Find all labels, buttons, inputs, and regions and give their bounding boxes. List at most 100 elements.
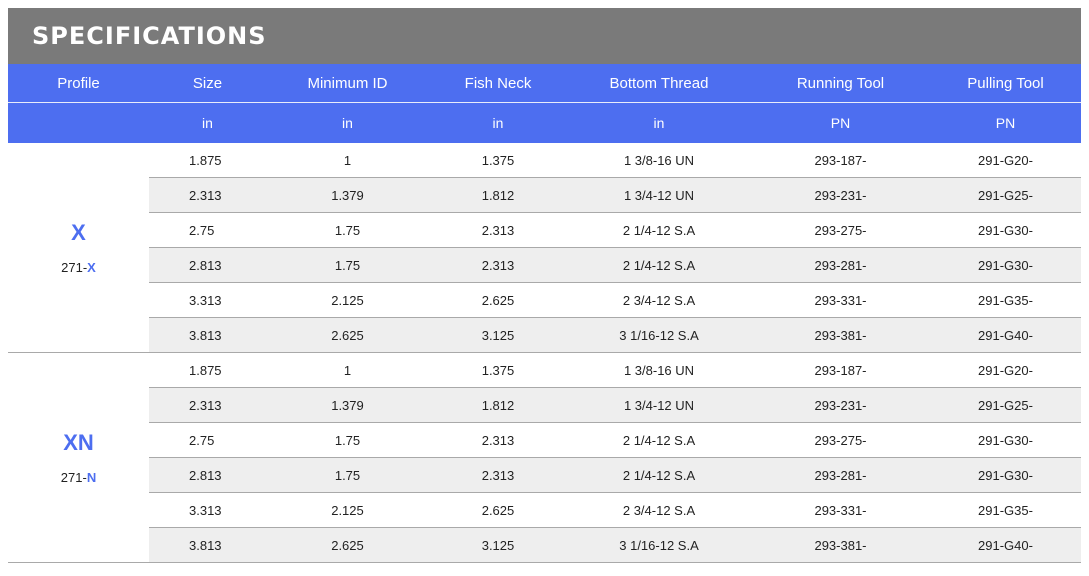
cell-bottom-thread: 3 1/16-12 S.A [567, 317, 751, 353]
profile-part-number: 271-X [61, 260, 96, 275]
cell-pulling-tool: 291-G20- [930, 352, 1081, 388]
table-row: X 271-X 1.875 1 1.375 1 3/8-16 UN 293-187- 291-… [8, 143, 1081, 353]
cell-fish-neck: 1.375 [429, 143, 567, 178]
unit-fish-neck: in [429, 102, 567, 143]
cell-size: 3.313 [149, 492, 266, 528]
cell-bottom-thread: 2 1/4-12 S.A [567, 457, 751, 493]
cell-running-tool: 293-187- [751, 143, 930, 178]
cell-bottom-thread: 1 3/8-16 UN [567, 143, 751, 178]
part-prefix: 271- [61, 260, 88, 275]
unit-minimum-id: in [266, 102, 429, 143]
cell-bottom-thread: 1 3/8-16 UN [567, 352, 751, 388]
page-title: SPECIFICATIONS [32, 22, 267, 50]
column-header-minimum-id: Minimum ID [266, 64, 429, 103]
cell-size: 3.313 [149, 282, 266, 318]
cell-fish-neck: 1.812 [429, 177, 567, 213]
cell-bottom-thread: 2 3/4-12 S.A [567, 282, 751, 318]
cell-minimum-id: 1.379 [266, 387, 429, 423]
cell-pulling-tool: 291-G25- [930, 387, 1081, 423]
cell-minimum-id: 1.379 [266, 177, 429, 213]
cell-minimum-id: 1 [266, 143, 429, 178]
cell-bottom-thread: 2 1/4-12 S.A [567, 212, 751, 248]
cell-running-tool: 293-275- [751, 212, 930, 248]
cell-pulling-tool: 291-G30- [930, 247, 1081, 283]
cell-size: 3.813 [149, 317, 266, 353]
part-prefix: 271- [60, 470, 87, 485]
cell-running-tool: 293-187- [751, 352, 930, 388]
cell-pulling-tool: 291-G30- [930, 422, 1081, 458]
table-row: XN 271-N 1.875 1 1.375 1 3/8-16 UN 293-187- 291… [8, 352, 1081, 563]
unit-profile [8, 102, 149, 143]
cell-running-tool: 293-281- [751, 247, 930, 283]
column-header-size: Size [149, 64, 266, 103]
table-row: 2.75 1.75 2.313 2 1/4-12 S.A 293-275- 291-G30… [8, 212, 1081, 248]
table-row: 3.313 2.125 2.625 2 3/4-12 S.A 293-331- 291-G… [8, 492, 1081, 528]
cell-size: 2.75 [149, 212, 266, 248]
profile-name: XN [63, 430, 94, 455]
cell-fish-neck: 2.625 [429, 282, 567, 318]
cell-fish-neck: 1.375 [429, 352, 567, 388]
column-header-bottom-thread: Bottom Thread [567, 64, 751, 103]
specifications-table: Profile Size Minimum ID Fish Neck Bottom… [8, 64, 1081, 563]
profile-part-number: 271-N [61, 470, 96, 485]
table-row: 3.813 2.625 3.125 3 1/16-12 S.A 293-381- 291-… [8, 527, 1081, 563]
cell-running-tool: 293-231- [751, 387, 930, 423]
cell-bottom-thread: 1 3/4-12 UN [567, 177, 751, 213]
cell-fish-neck: 2.313 [429, 212, 567, 248]
cell-bottom-thread: 3 1/16-12 S.A [567, 527, 751, 563]
unit-pulling-tool: PN [930, 102, 1081, 143]
cell-size: 2.813 [149, 457, 266, 493]
cell-minimum-id: 2.625 [266, 527, 429, 563]
profile-cell: X 271-X [8, 143, 149, 353]
cell-pulling-tool: 291-G40- [930, 317, 1081, 353]
table-row: 2.813 1.75 2.313 2 1/4-12 S.A 293-281- 291-G3… [8, 247, 1081, 283]
cell-bottom-thread: 2 3/4-12 S.A [567, 492, 751, 528]
title-bar: SPECIFICATIONS [8, 8, 1081, 64]
table-row: 2.313 1.379 1.812 1 3/4-12 UN 293-231- 291-G2… [8, 387, 1081, 423]
cell-fish-neck: 2.313 [429, 457, 567, 493]
cell-pulling-tool: 291-G35- [930, 282, 1081, 318]
cell-fish-neck: 2.625 [429, 492, 567, 528]
cell-fish-neck: 3.125 [429, 527, 567, 563]
cell-fish-neck: 2.313 [429, 422, 567, 458]
cell-size: 1.875 [149, 143, 266, 178]
cell-minimum-id: 2.625 [266, 317, 429, 353]
cell-bottom-thread: 2 1/4-12 S.A [567, 247, 751, 283]
cell-size: 2.75 [149, 422, 266, 458]
cell-size: 2.313 [149, 387, 266, 423]
units-row: in in in in PN PN [8, 102, 1081, 143]
cell-running-tool: 293-231- [751, 177, 930, 213]
cell-size: 2.813 [149, 247, 266, 283]
cell-bottom-thread: 1 3/4-12 UN [567, 387, 751, 423]
unit-bottom-thread: in [567, 102, 751, 143]
cell-minimum-id: 2.125 [266, 492, 429, 528]
cell-running-tool: 293-281- [751, 457, 930, 493]
cell-pulling-tool: 291-G30- [930, 457, 1081, 493]
table-row: 3.313 2.125 2.625 2 3/4-12 S.A 293-331- 291-G… [8, 282, 1081, 318]
cell-size: 2.313 [149, 177, 266, 213]
cell-running-tool: 293-381- [751, 317, 930, 353]
table-row: 2.313 1.379 1.812 1 3/4-12 UN 293-231- 291-G2… [8, 177, 1081, 213]
cell-fish-neck: 3.125 [429, 317, 567, 353]
profile-name: X [71, 220, 86, 245]
cell-pulling-tool: 291-G40- [930, 527, 1081, 563]
cell-running-tool: 293-331- [751, 492, 930, 528]
cell-size: 1.875 [149, 352, 266, 388]
profile-cell: XN 271-N [8, 352, 149, 563]
cell-pulling-tool: 291-G35- [930, 492, 1081, 528]
cell-minimum-id: 1.75 [266, 212, 429, 248]
unit-size: in [149, 102, 266, 143]
table-row: 2.75 1.75 2.313 2 1/4-12 S.A 293-275- 291-G30… [8, 422, 1081, 458]
cell-running-tool: 293-381- [751, 527, 930, 563]
specifications-panel: SPECIFICATIONS Profile Size Minimum ID F… [8, 8, 1081, 563]
column-header-fish-neck: Fish Neck [429, 64, 567, 103]
part-suffix: X [87, 260, 96, 275]
table-row: 2.813 1.75 2.313 2 1/4-12 S.A 293-281- 291-G3… [8, 457, 1081, 493]
column-header-profile: Profile [8, 64, 149, 103]
cell-running-tool: 293-331- [751, 282, 930, 318]
table-row: 3.813 2.625 3.125 3 1/16-12 S.A 293-381- 291-… [8, 317, 1081, 353]
cell-minimum-id: 1.75 [266, 422, 429, 458]
column-header-pulling-tool: Pulling Tool [930, 64, 1081, 103]
cell-pulling-tool: 291-G30- [930, 212, 1081, 248]
part-suffix: N [86, 470, 97, 485]
